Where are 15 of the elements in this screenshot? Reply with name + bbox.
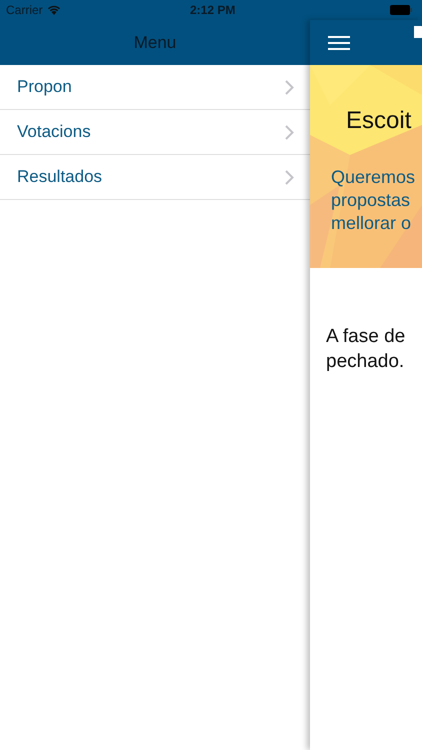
banner-text: mellorar o <box>331 212 412 235</box>
chevron-icon <box>285 124 294 140</box>
message-text: pechado. <box>326 350 404 374</box>
menu-icon[interactable] <box>328 36 350 50</box>
clock: 2:12 PM <box>190 3 236 17</box>
wifi-icon <box>46 5 61 15</box>
battery-icon <box>390 5 412 15</box>
message-text: A fase de <box>326 325 406 349</box>
banner-text: Queremos <box>331 166 416 189</box>
banner-title: Escoit <box>346 107 412 135</box>
chevron-icon <box>285 80 294 94</box>
banner-text: propostas <box>331 189 410 212</box>
chevron-icon <box>285 170 294 184</box>
carrier-label: Carrier <box>6 3 43 17</box>
menu-title: Menu <box>134 32 176 52</box>
